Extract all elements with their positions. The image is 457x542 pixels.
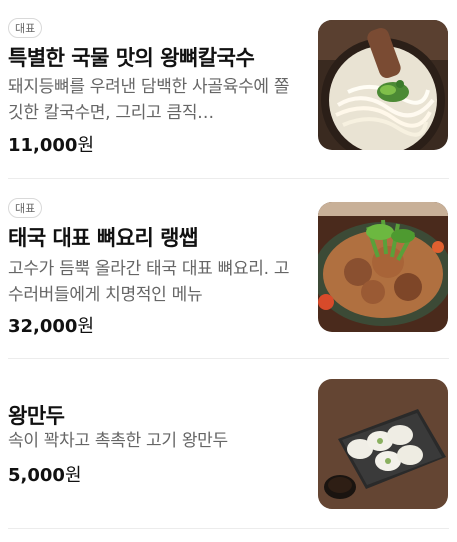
price-value: 5,000 (8, 465, 65, 486)
noodle-soup-image (318, 20, 448, 150)
menu-item-name: 왕만두 (8, 404, 65, 428)
menu-item-name: 특별한 국물 맛의 왕뼈칼국수 (8, 46, 255, 70)
pork-bone-platter-image (318, 202, 448, 332)
price-currency: 원 (77, 316, 95, 337)
menu-item-description: 속이 꽉차고 촉촉한 고기 왕만두 (8, 431, 228, 451)
menu-item-description: 돼지등뼈를 우려낸 담백한 사골육수에 쫄깃한 칼국수면, 그리고 큼직… (8, 77, 290, 123)
item-divider (8, 528, 449, 529)
menu-item-name: 태국 대표 뼈요리 랭쌥 (8, 226, 198, 250)
menu-item-wang-mandu[interactable]: 왕만두 속이 꽉차고 촉촉한 고기 왕만두 5,000원 (0, 362, 457, 542)
signature-badge: 대표 (8, 198, 43, 218)
dumplings-photo[interactable] (318, 379, 448, 509)
menu-item-price: 11,000원 (8, 131, 94, 157)
noodle-soup-photo[interactable] (318, 20, 448, 150)
item-divider (8, 178, 449, 179)
menu-item-leng-saeb[interactable]: 대표 태국 대표 뼈요리 랭쌥 고수가 듬뿍 올라간 태국 대표 뼈요리. 고수… (0, 182, 457, 362)
menu-item-price: 5,000원 (8, 461, 82, 487)
price-currency: 원 (77, 135, 95, 156)
dumplings-image (318, 379, 448, 509)
menu-item-wangppyeo-kalguksu[interactable]: 대표 특별한 국물 맛의 왕뼈칼국수 돼지등뼈를 우려낸 담백한 사골육수에 쫄… (0, 0, 457, 180)
menu-list: 대표 특별한 국물 맛의 왕뼈칼국수 돼지등뼈를 우려낸 담백한 사골육수에 쫄… (0, 0, 457, 531)
pork-bone-platter-photo[interactable] (318, 202, 448, 332)
menu-item-description: 고수가 듬뿍 올라간 태국 대표 뼈요리. 고수러버들에게 치명적인 메뉴 (8, 259, 290, 305)
price-value: 32,000 (8, 316, 78, 337)
menu-item-price: 32,000원 (8, 312, 94, 338)
signature-badge: 대표 (8, 18, 43, 38)
price-currency: 원 (64, 465, 82, 486)
item-divider (8, 358, 449, 359)
price-value: 11,000 (8, 135, 78, 156)
